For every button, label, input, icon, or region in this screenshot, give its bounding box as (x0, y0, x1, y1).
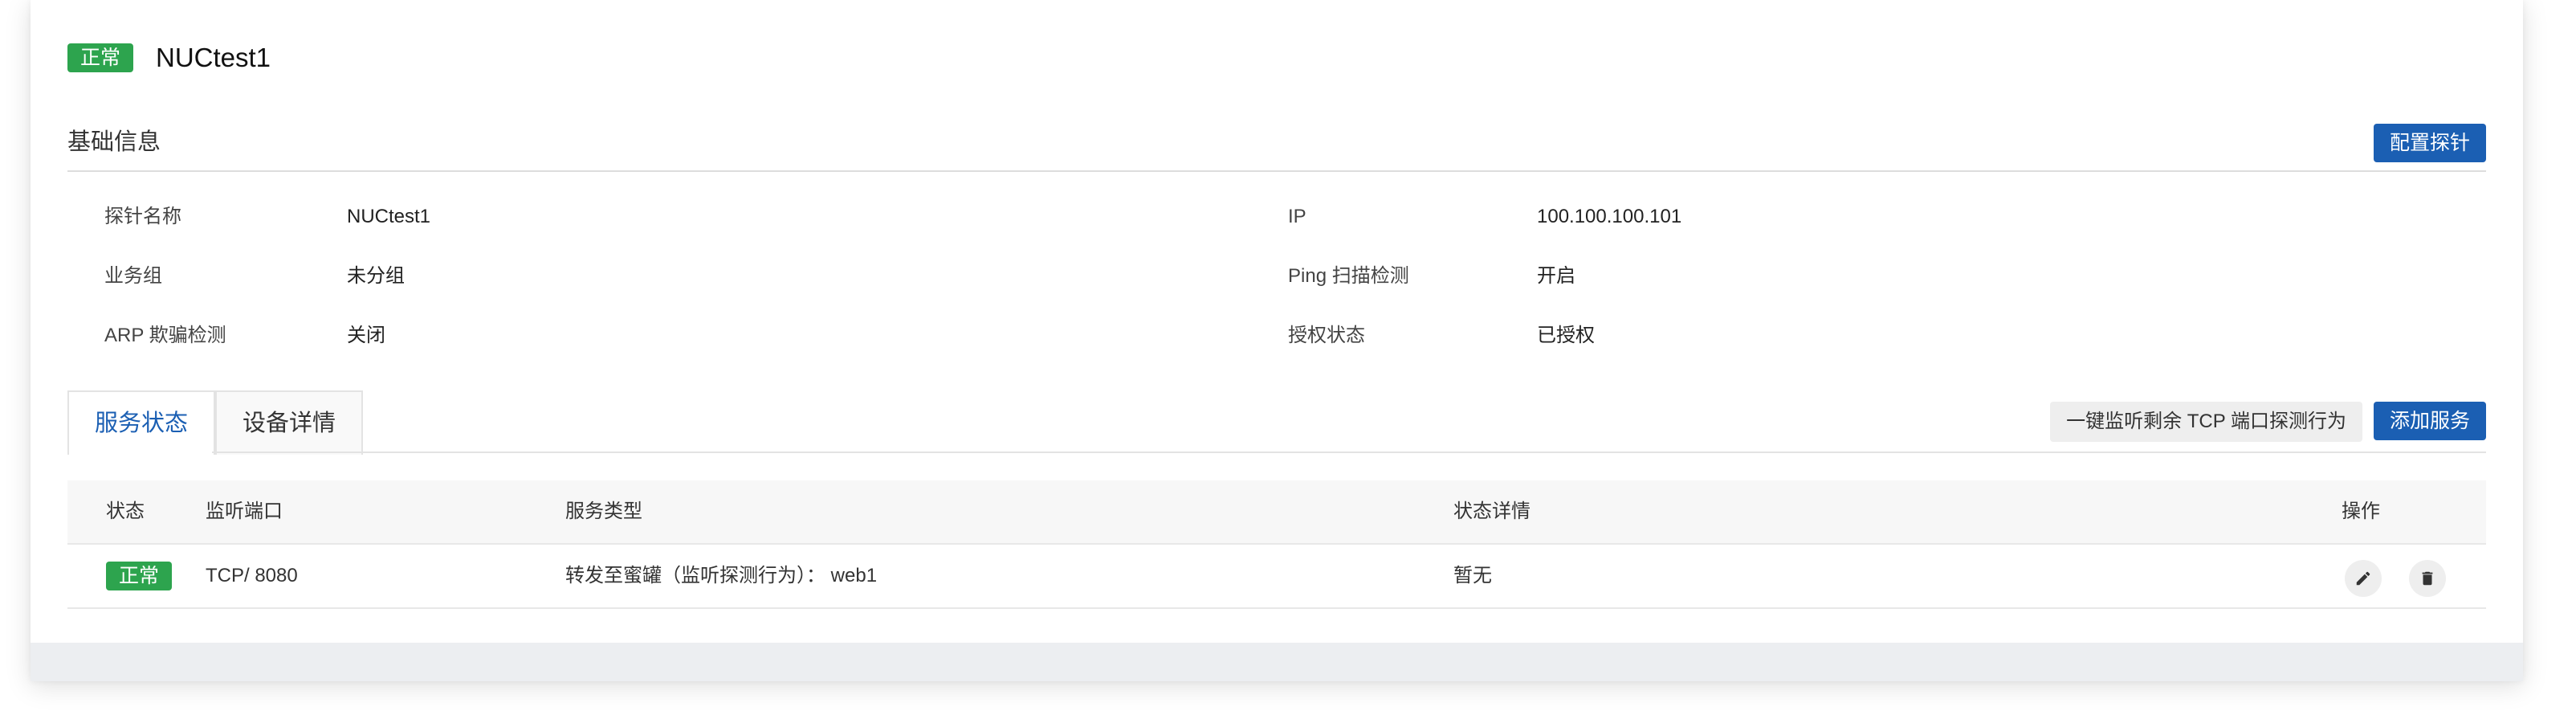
info-value-auth-status: 已授权 (1537, 325, 1595, 346)
probe-detail-panel: 正常 NUCtest1 基础信息 配置探针 探针名称 NUCtest1 IP 1… (31, 0, 2523, 681)
table-row: 正常 TCP/ 8080 转发至蜜罐（监听探测行为）： web1 暂无 (67, 545, 2486, 609)
section-divider (67, 170, 2486, 172)
service-table: 状态 监听端口 服务类型 状态详情 操作 正常 TCP/ 8080 转发至蜜罐（… (67, 480, 2486, 609)
tab-service-status[interactable]: 服务状态 (67, 390, 216, 455)
info-label-arp-spoof: ARP 欺骗检测 (104, 325, 226, 346)
status-badge: 正常 (67, 43, 134, 72)
row-service-type: 转发至蜜罐（监听探测行为）： web1 (565, 565, 878, 586)
add-service-button[interactable]: 添加服务 (2373, 402, 2486, 440)
row-status-badge: 正常 (106, 562, 173, 590)
section-title-basic-info: 基础信息 (67, 129, 161, 155)
row-status-cell: 正常 (106, 562, 173, 590)
monitor-remaining-tcp-button[interactable]: 一键监听剩余 TCP 端口探测行为 (2050, 402, 2362, 442)
trash-icon[interactable] (2409, 560, 2446, 597)
table-header: 状态 监听端口 服务类型 状态详情 操作 (67, 480, 2486, 545)
row-status-detail: 暂无 (1453, 565, 1492, 586)
column-header-status-detail: 状态详情 (1453, 500, 1531, 522)
panel-footer (31, 643, 2523, 681)
configure-probe-button[interactable]: 配置探针 (2373, 124, 2486, 162)
info-value-probe-name: NUCtest1 (347, 206, 431, 227)
page-title: NUCtest1 (156, 43, 271, 72)
info-label-auth-status: 授权状态 (1288, 325, 1365, 346)
row-port: TCP/ 8080 (206, 565, 298, 586)
info-label-ping-scan: Ping 扫描检测 (1288, 265, 1409, 287)
pencil-icon[interactable] (2345, 560, 2382, 597)
info-value-arp-spoof: 关闭 (347, 325, 385, 346)
info-value-ping-scan: 开启 (1537, 265, 1575, 287)
info-label-business-group: 业务组 (104, 265, 162, 287)
info-value-business-group: 未分组 (347, 265, 405, 287)
tab-device-details[interactable]: 设备详情 (215, 390, 364, 455)
info-value-ip: 100.100.100.101 (1537, 206, 1682, 227)
column-header-service-type: 服务类型 (565, 500, 642, 522)
column-header-actions: 操作 (2342, 500, 2380, 522)
tab-bar-underline (212, 451, 2486, 453)
info-label-probe-name: 探针名称 (104, 206, 181, 227)
column-header-status: 状态 (106, 500, 145, 522)
column-header-port: 监听端口 (206, 500, 283, 522)
info-label-ip: IP (1288, 206, 1306, 227)
